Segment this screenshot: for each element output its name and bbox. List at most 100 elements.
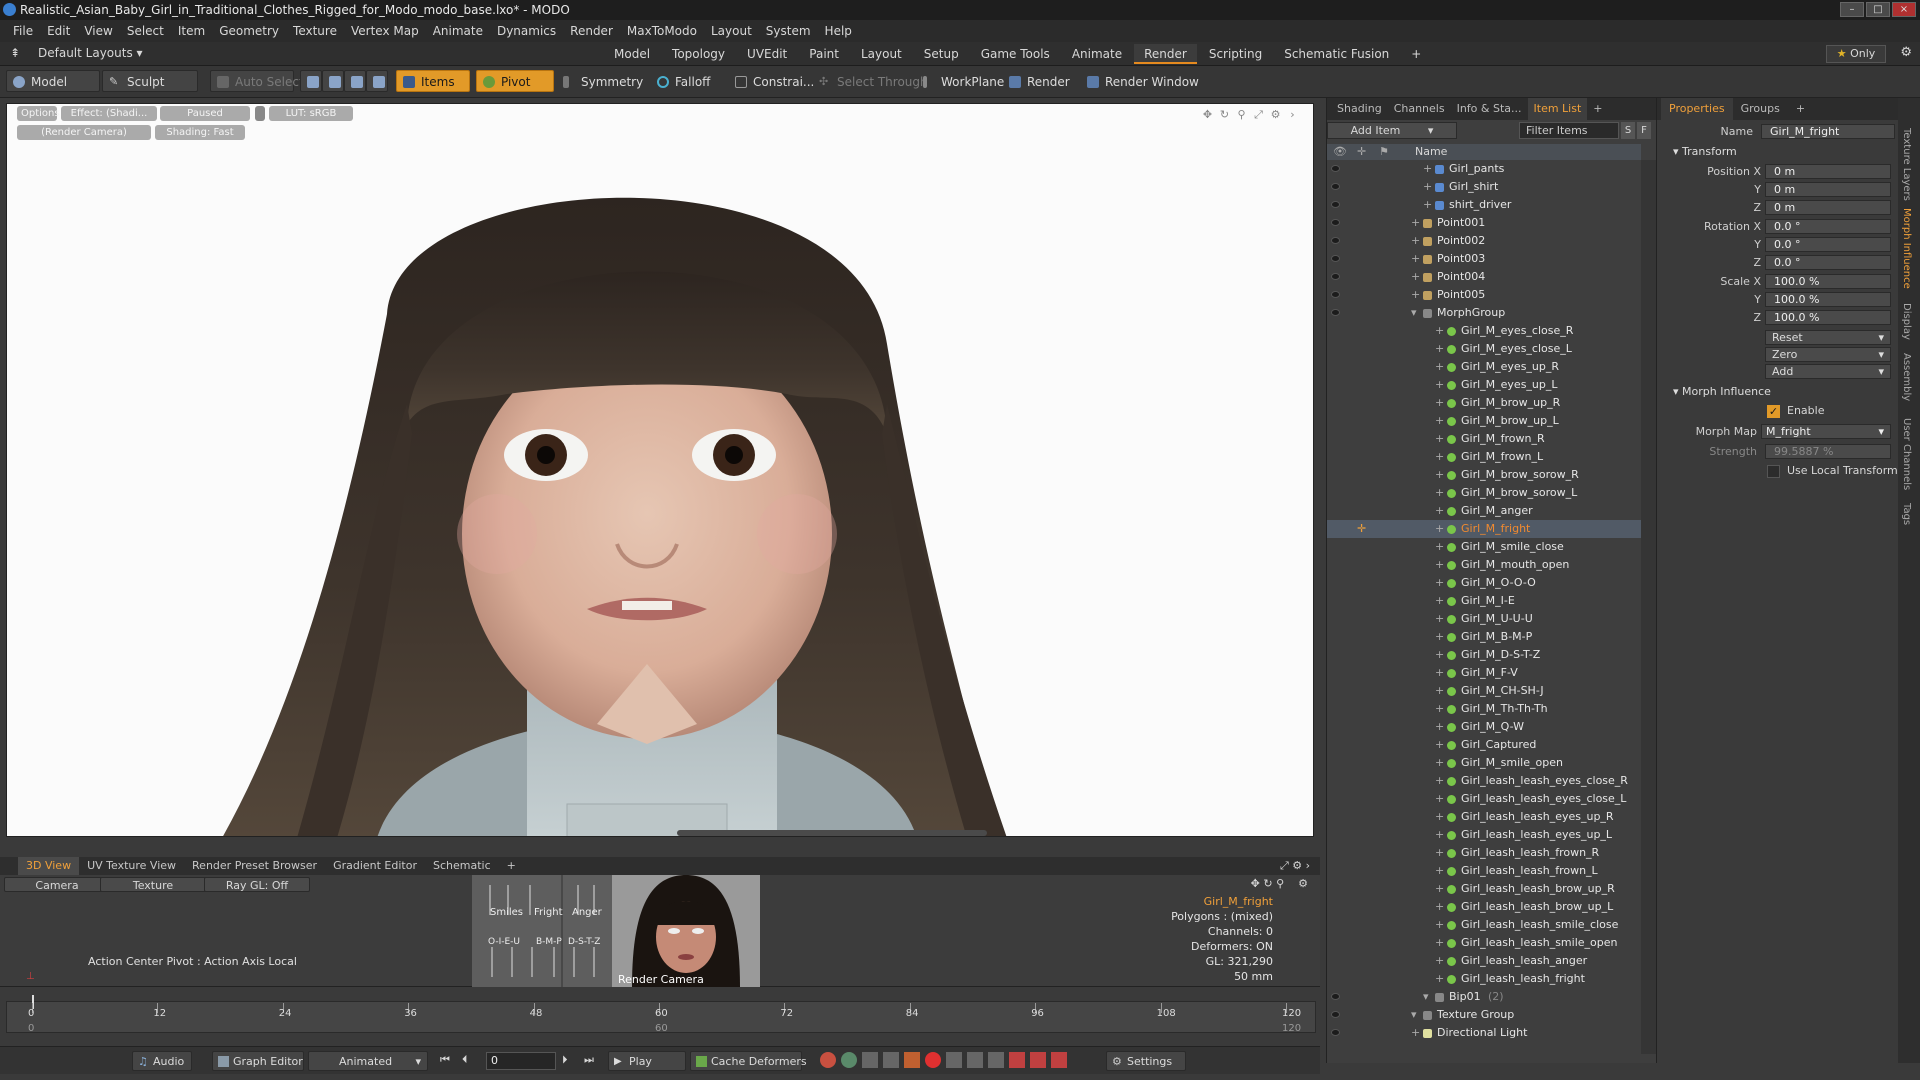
render-window-button[interactable]: Render Window bbox=[1080, 70, 1199, 92]
item-list-scrollbar[interactable] bbox=[1641, 160, 1657, 1054]
pivot-mode-button[interactable]: Pivot bbox=[476, 70, 554, 92]
step-back-icon[interactable]: ⏴ bbox=[462, 1053, 468, 1067]
key-icon[interactable] bbox=[820, 1052, 836, 1068]
scale-z-field[interactable]: 100.0 % bbox=[1765, 310, 1891, 325]
rotation-y-field[interactable]: 0.0 ° bbox=[1765, 237, 1891, 252]
item-list-row[interactable]: + Girl_M_eyes_up_L bbox=[1327, 376, 1641, 394]
expand-toggle-icon[interactable]: + bbox=[1435, 934, 1444, 952]
expand-toggle-icon[interactable]: + bbox=[1435, 322, 1444, 340]
item-list-row[interactable]: + Girl_M_Th-Th-Th bbox=[1327, 700, 1641, 718]
enable-checkbox[interactable]: ✓ bbox=[1767, 405, 1780, 418]
lower-view-icons[interactable]: ✥ ↻ ⚲ ⚙ bbox=[1251, 877, 1308, 890]
items-mode-button[interactable]: Items bbox=[396, 70, 470, 92]
scale-x-field[interactable]: 100.0 % bbox=[1765, 274, 1891, 289]
expand-toggle-icon[interactable]: + bbox=[1435, 970, 1444, 988]
expand-toggle-icon[interactable]: + bbox=[1435, 898, 1444, 916]
lower-3d-view[interactable]: Camera Texture Ray GL: Off Action Center… bbox=[0, 875, 1320, 987]
texture-dropdown[interactable]: Texture bbox=[100, 877, 206, 892]
f-filter-button[interactable]: F bbox=[1637, 122, 1651, 139]
menu-help[interactable]: Help bbox=[818, 24, 859, 38]
item-list-row[interactable]: + Girl_M_anger bbox=[1327, 502, 1641, 520]
auto-select-button[interactable]: Auto Select bbox=[210, 70, 304, 92]
expand-toggle-icon[interactable]: + bbox=[1423, 196, 1432, 214]
item-list-row[interactable]: + Girl_pants bbox=[1327, 160, 1641, 178]
remove-key-icon[interactable] bbox=[1051, 1052, 1067, 1068]
menu-vertex-map[interactable]: Vertex Map bbox=[344, 24, 426, 38]
3d-viewport[interactable]: Options Effect: (Shadi... Paused LUT: sR… bbox=[6, 103, 1314, 837]
visibility-eye-icon[interactable] bbox=[1331, 165, 1340, 172]
tab-schematic-fusion[interactable]: Schematic Fusion bbox=[1274, 44, 1399, 64]
expand-toggle-icon[interactable]: ▾ bbox=[1423, 988, 1429, 1006]
s-filter-button[interactable]: S bbox=[1621, 122, 1635, 139]
expand-toggle-icon[interactable]: + bbox=[1435, 484, 1444, 502]
expand-toggle-icon[interactable]: + bbox=[1435, 358, 1444, 376]
polygons-mode-button[interactable] bbox=[344, 70, 366, 92]
item-list-row[interactable]: + Girl_M_frown_R bbox=[1327, 430, 1641, 448]
expand-toggle-icon[interactable]: + bbox=[1411, 1024, 1420, 1042]
visibility-eye-icon[interactable] bbox=[1331, 237, 1340, 244]
audio-button[interactable]: ♫ Audio bbox=[132, 1051, 192, 1071]
add-tab-button[interactable]: + bbox=[1401, 44, 1431, 64]
maximize-button[interactable]: □ bbox=[1866, 2, 1890, 17]
timeline[interactable]: 0 12 24 36 48 60 72 84 96 108 120 0 60 120 bbox=[0, 993, 1320, 1041]
item-list-row[interactable]: ▾ MorphGroup bbox=[1327, 304, 1641, 322]
tab-assembly[interactable]: Assembly bbox=[1901, 353, 1912, 401]
expand-toggle-icon[interactable]: + bbox=[1435, 448, 1444, 466]
rotation-z-field[interactable]: 0.0 ° bbox=[1765, 255, 1891, 270]
menu-animate[interactable]: Animate bbox=[426, 24, 490, 38]
morph-influence-section[interactable]: ▾ Morph Influence bbox=[1659, 384, 1895, 400]
rotate-view-icon[interactable]: ↻ bbox=[1218, 108, 1231, 121]
tab-paint[interactable]: Paint bbox=[799, 44, 849, 64]
expand-toggle-icon[interactable]: ▾ bbox=[1411, 304, 1417, 322]
menu-select[interactable]: Select bbox=[120, 24, 171, 38]
visibility-eye-icon[interactable] bbox=[1331, 201, 1340, 208]
skip-start-icon[interactable]: ⏮ bbox=[440, 1053, 450, 1067]
expand-toggle-icon[interactable]: + bbox=[1435, 646, 1444, 664]
expand-toggle-icon[interactable]: + bbox=[1435, 394, 1444, 412]
tab-user-channels[interactable]: User Channels bbox=[1901, 418, 1912, 490]
gear-icon[interactable]: ⚙ bbox=[1900, 45, 1912, 60]
prev-key-icon[interactable] bbox=[862, 1052, 878, 1068]
key-filter-icon[interactable] bbox=[841, 1052, 857, 1068]
item-list-row[interactable]: + Girl_M_brow_sorow_L bbox=[1327, 484, 1641, 502]
item-list-row[interactable]: + Point005 bbox=[1327, 286, 1641, 304]
zoom-view-icon[interactable]: ⚲ bbox=[1235, 108, 1248, 121]
position-y-field[interactable]: 0 m bbox=[1765, 182, 1891, 197]
item-list-row[interactable]: + Girl_M_Q-W bbox=[1327, 718, 1641, 736]
add-dropdown[interactable]: Add ▾ bbox=[1765, 364, 1891, 379]
expand-toggle-icon[interactable]: + bbox=[1423, 160, 1432, 178]
next-keyframe-icon[interactable] bbox=[967, 1052, 983, 1068]
delete-key-icon[interactable] bbox=[1009, 1052, 1025, 1068]
expand-toggle-icon[interactable]: + bbox=[1435, 736, 1444, 754]
item-list-row[interactable]: + Girl_M_I-E bbox=[1327, 592, 1641, 610]
tab-layout[interactable]: Layout bbox=[851, 44, 912, 64]
item-list-row[interactable]: + Girl_M_O-O-O bbox=[1327, 574, 1641, 592]
item-list-row[interactable]: + Girl_M_brow_sorow_R bbox=[1327, 466, 1641, 484]
expand-toggle-icon[interactable]: + bbox=[1435, 592, 1444, 610]
item-list-row[interactable]: + Point002 bbox=[1327, 232, 1641, 250]
expand-toggle-icon[interactable]: + bbox=[1435, 916, 1444, 934]
item-list-row[interactable]: + Girl_M_U-U-U bbox=[1327, 610, 1641, 628]
position-z-field[interactable]: 0 m bbox=[1765, 200, 1891, 215]
select-through-button[interactable]: ✣ Select Through bbox=[812, 70, 928, 92]
expand-toggle-icon[interactable]: + bbox=[1435, 610, 1444, 628]
expand-toggle-icon[interactable]: + bbox=[1435, 502, 1444, 520]
model-mode-button[interactable]: Model bbox=[6, 70, 100, 92]
visibility-eye-icon[interactable] bbox=[1331, 291, 1340, 298]
expand-toggle-icon[interactable]: + bbox=[1411, 232, 1420, 250]
expand-toggle-icon[interactable]: + bbox=[1423, 178, 1432, 196]
workplane-button[interactable]: WorkPlane bbox=[916, 70, 1004, 92]
position-x-field[interactable]: 0 m bbox=[1765, 164, 1891, 179]
tab-setup[interactable]: Setup bbox=[914, 44, 969, 64]
menu-maxtomodo[interactable]: MaxToModo bbox=[620, 24, 704, 38]
keyframe-icon[interactable] bbox=[946, 1052, 962, 1068]
graph-editor-button[interactable]: Graph Editor bbox=[212, 1051, 304, 1071]
expand-toggle-icon[interactable]: + bbox=[1435, 520, 1444, 538]
item-list-row[interactable]: + Girl_leash_leash_fright bbox=[1327, 970, 1641, 988]
viewport-effect-dropdown[interactable]: Effect: (Shadi... bbox=[61, 106, 157, 121]
add-item-dropdown[interactable]: Add Item ▾ bbox=[1327, 122, 1457, 139]
item-list-row[interactable]: + Girl_M_B-M-P bbox=[1327, 628, 1641, 646]
expand-toggle-icon[interactable]: + bbox=[1411, 214, 1420, 232]
menu-dynamics[interactable]: Dynamics bbox=[490, 24, 563, 38]
tab-texture-layers[interactable]: Texture Layers bbox=[1901, 128, 1912, 201]
